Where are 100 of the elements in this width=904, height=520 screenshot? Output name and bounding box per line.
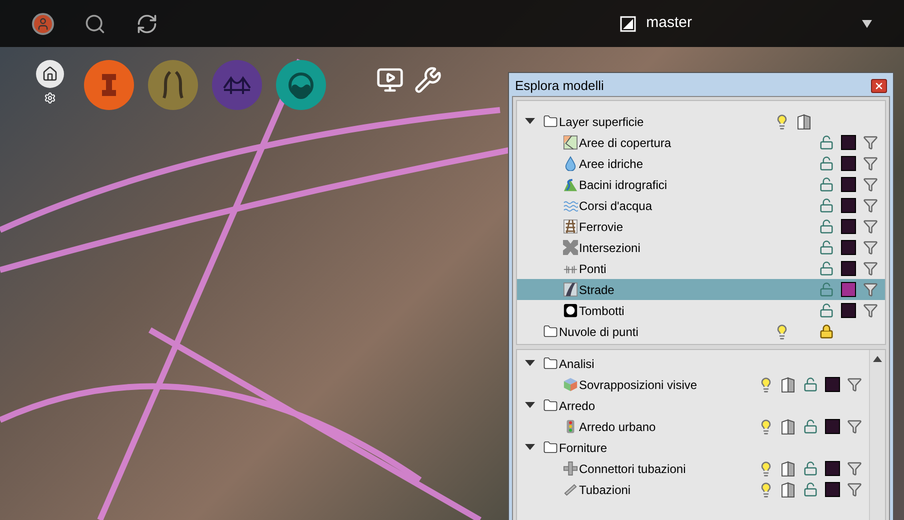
tree-folder[interactable]: Layer superficie [517, 111, 885, 132]
tree-folder[interactable]: Forniture [517, 437, 869, 458]
home-icon [42, 66, 58, 82]
tree-item[interactable]: Tombotti [517, 300, 885, 321]
layer-label: Layer superficie [559, 114, 645, 130]
tree-folder[interactable]: Nuvole di punti [517, 321, 885, 342]
road-icon [563, 282, 578, 297]
layer-label: Tombotti [579, 302, 626, 320]
tree-folder[interactable]: Analisi [517, 353, 869, 374]
scroll-up-icon [873, 356, 882, 362]
filter-icon[interactable] [862, 282, 878, 297]
filter-icon[interactable] [862, 303, 878, 318]
avatar-icon[interactable] [32, 12, 54, 34]
tree-item[interactable]: Corsi d'acqua [517, 195, 885, 216]
split-view-icon[interactable] [781, 376, 795, 392]
filter-icon[interactable] [862, 261, 878, 276]
tree-item[interactable]: Arredo urbano [517, 416, 869, 437]
color-swatch[interactable] [840, 282, 856, 297]
split-view-icon[interactable] [797, 114, 811, 130]
branch-selector[interactable]: master [620, 12, 692, 35]
color-swatch[interactable] [840, 261, 856, 276]
railway-icon [563, 219, 578, 234]
settings-icon[interactable] [44, 92, 56, 104]
unlock-icon[interactable] [818, 156, 834, 171]
unlock-icon[interactable] [818, 219, 834, 234]
tree-item[interactable]: Aree idriche [517, 153, 885, 174]
unlock-icon[interactable] [802, 377, 818, 392]
unlock-icon[interactable] [802, 461, 818, 476]
unlock-icon[interactable] [818, 261, 834, 276]
color-swatch[interactable] [840, 177, 856, 192]
filter-icon[interactable] [862, 219, 878, 234]
color-swatch[interactable] [840, 198, 856, 213]
caret-icon[interactable] [862, 20, 872, 28]
tree-item[interactable]: Tubazioni [517, 479, 869, 500]
color-swatch[interactable] [824, 419, 840, 434]
tree-item[interactable]: Sovrapposizioni visive [517, 374, 869, 395]
layer-label: Bacini idrografici [579, 176, 668, 194]
branch-icon [620, 16, 636, 32]
unlock-icon[interactable] [818, 135, 834, 150]
scrollbar[interactable] [869, 350, 885, 520]
tree-item[interactable]: Ponti [517, 258, 885, 279]
collapse-arrow-icon[interactable] [525, 360, 535, 367]
search-icon[interactable] [84, 12, 106, 34]
layer-label: Arredo [559, 398, 596, 414]
filter-icon[interactable] [846, 419, 862, 434]
layer-label: Sovrapposizioni visive [579, 376, 698, 394]
tree-item[interactable]: Ferrovie [517, 216, 885, 237]
layer-label: Ferrovie [579, 218, 624, 236]
tree-item[interactable]: Bacini idrografici [517, 174, 885, 195]
collapse-arrow-icon[interactable] [525, 444, 535, 451]
close-icon [874, 81, 884, 91]
layer-label: Connettori tubazioni [579, 460, 687, 478]
tree-item[interactable]: Aree di copertura [517, 132, 885, 153]
unlock-icon[interactable] [802, 482, 818, 497]
color-swatch[interactable] [824, 377, 840, 392]
sync-icon[interactable] [136, 12, 158, 34]
unlock-icon[interactable] [818, 177, 834, 192]
filter-icon[interactable] [862, 198, 878, 213]
unlock-icon[interactable] [818, 240, 834, 255]
layer-label: Aree idriche [579, 156, 644, 172]
cube-icon [563, 377, 578, 392]
filter-icon[interactable] [862, 240, 878, 255]
collapse-arrow-icon[interactable] [525, 402, 535, 409]
tools-icon[interactable] [414, 66, 442, 94]
tree-item[interactable]: Strade [517, 279, 885, 300]
color-swatch[interactable] [824, 461, 840, 476]
tree-item[interactable]: Intersezioni [517, 237, 885, 258]
filter-icon[interactable] [846, 377, 862, 392]
layer-label: Forniture [559, 440, 608, 456]
lock-icon[interactable] [818, 324, 834, 339]
color-swatch[interactable] [840, 135, 856, 150]
unlock-icon[interactable] [818, 303, 834, 318]
split-view-icon[interactable] [781, 482, 795, 498]
presentation-icon[interactable] [376, 66, 404, 94]
split-view-icon[interactable] [781, 418, 795, 434]
color-swatch[interactable] [840, 240, 856, 255]
tree-item[interactable]: Connettori tubazioni [517, 458, 869, 479]
mountain-icon [563, 177, 578, 192]
manhole-icon [563, 303, 578, 318]
layer-label: Analisi [559, 356, 596, 372]
split-view-icon[interactable] [781, 460, 795, 476]
collapse-arrow-icon[interactable] [525, 118, 535, 125]
connector-icon [563, 461, 578, 476]
filter-icon[interactable] [862, 177, 878, 192]
layer-label: Aree di copertura [579, 134, 672, 152]
close-button[interactable] [871, 79, 887, 93]
color-swatch[interactable] [840, 156, 856, 171]
color-swatch[interactable] [840, 303, 856, 318]
filter-icon[interactable] [862, 156, 878, 171]
unlock-icon[interactable] [802, 419, 818, 434]
filter-icon[interactable] [862, 135, 878, 150]
filter-icon[interactable] [846, 482, 862, 497]
tree-folder[interactable]: Arredo [517, 395, 869, 416]
color-swatch[interactable] [840, 219, 856, 234]
layer-label: Strade [579, 282, 616, 298]
pipe-icon [563, 482, 578, 497]
layer-label: Arredo urbano [579, 418, 657, 436]
unlock-icon[interactable] [818, 198, 834, 213]
color-swatch[interactable] [824, 482, 840, 497]
filter-icon[interactable] [846, 461, 862, 476]
